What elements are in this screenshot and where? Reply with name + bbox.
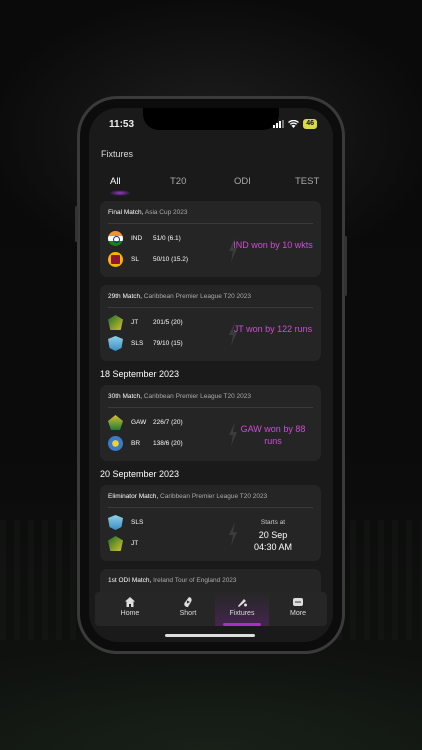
- status-bar: 11:53 46: [89, 119, 333, 133]
- india-flag-icon: [108, 231, 123, 246]
- team-row: BR 138/6 (20): [108, 436, 183, 451]
- wifi-icon: [288, 120, 300, 128]
- fixtures-list: Final Match, Asia Cup 2023 IND 51/0 (6.1…: [89, 201, 333, 642]
- team-row: SLS: [108, 515, 151, 530]
- start-time: 04:30 AM: [253, 542, 293, 552]
- league-name: Caribbean Premier League T20 2023: [160, 493, 268, 500]
- jt-logo-icon: [108, 536, 123, 551]
- match-card[interactable]: 29th Match, Caribbean Premier League T20…: [100, 285, 321, 361]
- tab-odi[interactable]: ODI: [234, 176, 251, 187]
- league-name: Caribbean Premier League T20 2023: [143, 393, 251, 400]
- phone-bezel: 11:53 46 Fixtures All T20 ODI TEST Final…: [80, 99, 342, 651]
- team-row: GAW 226/7 (20): [108, 415, 183, 430]
- nav-fixtures[interactable]: Fixtures: [215, 592, 269, 626]
- match-title: Eliminator Match, Caribbean Premier Leag…: [108, 493, 267, 500]
- team-abbr: GAW: [131, 419, 147, 426]
- divider: [108, 307, 313, 308]
- match-name: Eliminator Match,: [108, 493, 159, 500]
- sls-logo-icon: [108, 336, 123, 351]
- nav-active-indicator: [223, 623, 261, 626]
- team-row: SL 50/10 (15.2): [108, 252, 188, 267]
- team-score: 138/6 (20): [153, 440, 183, 447]
- league-name: Caribbean Premier League T20 2023: [143, 293, 251, 300]
- status-icons: 46: [273, 119, 317, 129]
- nav-more[interactable]: More: [271, 592, 325, 626]
- cricket-bat-icon: [238, 599, 247, 607]
- match-title: 30th Match, Caribbean Premier League T20…: [108, 393, 251, 400]
- nav-label: Home: [120, 610, 140, 617]
- match-name: 30th Match,: [108, 393, 142, 400]
- team-score: 226/7 (20): [153, 419, 183, 426]
- start-date: 20 Sep: [258, 530, 288, 540]
- team-score: 51/0 (6.1): [153, 235, 181, 242]
- match-card[interactable]: Eliminator Match, Caribbean Premier Leag…: [100, 485, 321, 561]
- match-title: Final Match, Asia Cup 2023: [108, 209, 188, 216]
- team-abbr: JT: [131, 540, 139, 547]
- bottom-nav: Home Short Fixtures More: [95, 592, 327, 626]
- app-screen: 11:53 46 Fixtures All T20 ODI TEST Final…: [89, 108, 333, 642]
- divider: [108, 507, 313, 508]
- gaw-logo-icon: [108, 415, 123, 430]
- match-card[interactable]: 30th Match, Caribbean Premier League T20…: [100, 385, 321, 461]
- team-score: 79/10 (15): [153, 340, 183, 347]
- match-name: 29th Match,: [108, 293, 142, 300]
- nav-home[interactable]: Home: [103, 592, 157, 626]
- match-name: 1st ODI Match,: [108, 577, 152, 584]
- match-name: Final Match,: [108, 209, 144, 216]
- more-icon: [293, 598, 303, 606]
- team-row: IND 51/0 (6.1): [108, 231, 181, 246]
- league-name: Asia Cup 2023: [144, 209, 188, 216]
- match-title: 1st ODI Match, Ireland Tour of England 2…: [108, 577, 237, 584]
- sri-lanka-flag-icon: [108, 252, 123, 267]
- starts-label: Starts at: [260, 519, 286, 526]
- divider: [108, 407, 313, 408]
- date-heading: 18 September 2023: [100, 369, 180, 379]
- signal-icon: [273, 120, 285, 128]
- battery-indicator: 46: [303, 119, 317, 129]
- tab-test[interactable]: TEST: [295, 176, 319, 187]
- phone-frame: 11:53 46 Fixtures All T20 ODI TEST Final…: [75, 96, 347, 654]
- date-heading: 20 September 2023: [100, 469, 180, 479]
- shorts-icon: [184, 597, 192, 608]
- divider: [108, 223, 313, 224]
- team-score: 50/10 (15.2): [153, 256, 189, 263]
- nav-short[interactable]: Short: [161, 592, 215, 626]
- team-abbr: SL: [131, 256, 139, 263]
- sls-logo-icon: [108, 515, 123, 530]
- match-result: JT won by 122 runs: [233, 324, 313, 334]
- nav-label: More: [290, 610, 306, 617]
- tab-t20[interactable]: T20: [170, 176, 186, 187]
- page-title: Fixtures: [101, 149, 134, 159]
- match-result: IND won by 10 wkts: [233, 240, 313, 250]
- team-score: 201/5 (20): [153, 319, 183, 326]
- league-name: Ireland Tour of England 2023: [153, 577, 237, 584]
- tab-all[interactable]: All: [110, 176, 121, 187]
- match-title: 29th Match, Caribbean Premier League T20…: [108, 293, 251, 300]
- team-row: SLS 79/10 (15): [108, 336, 183, 351]
- team-abbr: IND: [131, 235, 143, 242]
- team-row: JT 201/5 (20): [108, 315, 183, 330]
- jt-logo-icon: [108, 315, 123, 330]
- team-abbr: SLS: [131, 340, 144, 347]
- team-abbr: BR: [131, 440, 141, 447]
- team-row: JT: [108, 536, 151, 551]
- home-icon: [125, 597, 135, 607]
- format-tabs: All T20 ODI TEST: [89, 176, 333, 196]
- nav-label: Fixtures: [229, 610, 255, 617]
- match-card[interactable]: Final Match, Asia Cup 2023 IND 51/0 (6.1…: [100, 201, 321, 277]
- match-result: GAW won by 88 runs: [240, 424, 306, 446]
- team-abbr: JT: [131, 319, 139, 326]
- nav-label: Short: [179, 610, 197, 617]
- match-start: Starts at 20 Sep 04:30 AM: [233, 517, 313, 553]
- home-indicator: [165, 634, 255, 637]
- br-logo-icon: [108, 436, 123, 451]
- status-time: 11:53: [109, 119, 135, 130]
- tab-active-indicator: [109, 190, 131, 196]
- team-abbr: SLS: [131, 519, 144, 526]
